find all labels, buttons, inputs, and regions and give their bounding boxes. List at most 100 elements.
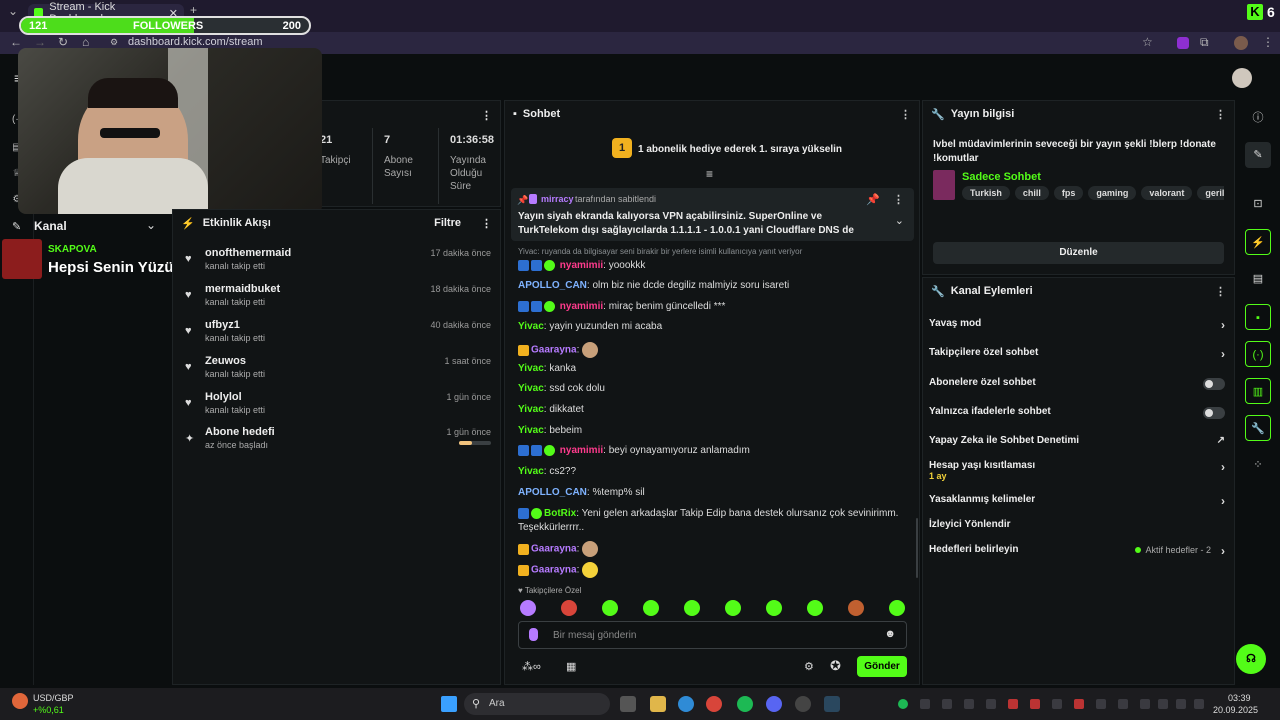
tray-app-icon[interactable] bbox=[1074, 699, 1084, 709]
stream-tag[interactable]: chill bbox=[1014, 186, 1049, 200]
chat-message[interactable]: nyamimii: miraç benim güncelledi *** bbox=[518, 301, 913, 312]
chat-username[interactable]: BotRix bbox=[544, 508, 576, 519]
back-icon[interactable]: ← bbox=[10, 35, 22, 49]
support-headset-icon[interactable]: ☊ bbox=[1236, 644, 1266, 674]
user-avatar[interactable] bbox=[1232, 68, 1252, 88]
channel-action-item[interactable]: Hedefleri belirleyin › Aktif hedefler - 2 bbox=[929, 544, 1225, 562]
bookmark-star-icon[interactable]: ☆ bbox=[1142, 35, 1153, 49]
kick-points-icon[interactable]: ⁂∞ bbox=[522, 660, 541, 673]
extension-icon[interactable] bbox=[1177, 37, 1189, 49]
taskbar-search[interactable]: ⚲ Ara bbox=[464, 693, 610, 715]
store-icon[interactable]: ▦ bbox=[566, 660, 576, 673]
edge-icon[interactable] bbox=[678, 696, 694, 712]
chat-message[interactable]: Yivac: cs2?? bbox=[518, 466, 913, 477]
profile-avatar[interactable] bbox=[1234, 36, 1248, 50]
channel-action-item[interactable]: Yapay Zeka ile Sohbet Denetimi ↗ bbox=[929, 435, 1225, 453]
chat-username[interactable]: Yivac bbox=[518, 404, 544, 415]
chrome-icon[interactable] bbox=[706, 696, 722, 712]
more-apps-icon[interactable]: ⁘ bbox=[1245, 452, 1271, 478]
send-button[interactable]: Gönder bbox=[857, 656, 907, 677]
notes-icon[interactable]: ▤ bbox=[1245, 266, 1271, 292]
activity-item[interactable]: ♥ onofthemermaid kanalı takip etti 17 dakik… bbox=[183, 247, 495, 281]
toggle-switch[interactable] bbox=[1203, 378, 1225, 390]
chat-username[interactable]: nyamimii bbox=[560, 260, 603, 271]
chat-message[interactable]: nyamimii: beyi oynayamıyoruz anlamadım bbox=[518, 445, 913, 456]
capture-icon[interactable]: ⊡ bbox=[1245, 191, 1271, 217]
chat-username[interactable]: Gaarayna bbox=[531, 565, 577, 576]
quick-emote-icon[interactable] bbox=[725, 600, 741, 616]
chat-message[interactable]: Yivac: ssd cok dolu bbox=[518, 383, 913, 394]
pinned-menu-icon[interactable]: ⋮ bbox=[893, 193, 904, 206]
stream-tag[interactable]: gerilim bbox=[1197, 186, 1224, 200]
stream-tag[interactable]: gaming bbox=[1088, 186, 1137, 200]
extensions-puzzle-icon[interactable]: ⧉ bbox=[1200, 35, 1209, 50]
channel-action-item[interactable]: Abonelere özel sohbet bbox=[929, 377, 1225, 395]
chat-username[interactable]: Yivac bbox=[518, 466, 544, 477]
info-icon[interactable]: ⓘ bbox=[1245, 105, 1271, 131]
quick-emote-icon[interactable] bbox=[807, 600, 823, 616]
chat-input[interactable]: Bir mesaj gönderin ☻ bbox=[518, 621, 907, 649]
channel-action-item[interactable]: Yalnızca ifadelerle sohbet bbox=[929, 406, 1225, 424]
stream-category[interactable]: Sadece Sohbet bbox=[962, 171, 1041, 183]
windows-start-icon[interactable] bbox=[441, 696, 457, 712]
chat-username[interactable]: Yivac bbox=[518, 383, 544, 394]
volume-icon[interactable] bbox=[1176, 699, 1186, 709]
chat-menu-icon[interactable]: ⋮ bbox=[900, 108, 911, 121]
chevron-down-icon[interactable]: ⌄ bbox=[895, 214, 904, 227]
chat-message[interactable]: nyamimii: yoookkk bbox=[518, 260, 913, 271]
channel-selector[interactable]: ✎ Kanal ⌄ bbox=[0, 214, 170, 238]
layout-icon[interactable]: ▥ bbox=[1245, 378, 1271, 404]
tray-app-icon[interactable] bbox=[1030, 699, 1040, 709]
home-icon[interactable]: ⌂ bbox=[82, 35, 89, 49]
broadcast-icon[interactable]: (·) bbox=[1245, 341, 1271, 367]
wifi-icon[interactable] bbox=[1194, 699, 1204, 709]
chat-username[interactable]: APOLLO_CAN bbox=[518, 280, 587, 291]
chat-username[interactable]: nyamimii bbox=[560, 445, 603, 456]
stream-info-menu-icon[interactable]: ⋮ bbox=[1215, 108, 1226, 121]
chat-message[interactable]: Gaarayna: bbox=[518, 541, 913, 557]
forward-icon[interactable]: → bbox=[34, 35, 46, 49]
stats-menu-icon[interactable]: ⋮ bbox=[481, 109, 492, 122]
quick-emote-icon[interactable] bbox=[643, 600, 659, 616]
activity-item[interactable]: ♥ Holylol kanalı takip etti 1 gün önce bbox=[183, 391, 495, 425]
stream-tag[interactable]: fps bbox=[1053, 186, 1084, 200]
quick-emote-icon[interactable] bbox=[766, 600, 782, 616]
pinned-message[interactable]: 📌 mirracy tarafından sabitlendi 📌 ⋮ Yayı… bbox=[511, 188, 914, 241]
chat-bubble-icon[interactable]: ▪ bbox=[1245, 304, 1271, 330]
activity-item[interactable]: ✦ Abone hedefi az önce başladı 1 gün önce bbox=[183, 426, 495, 460]
quick-emote-icon[interactable] bbox=[520, 600, 536, 616]
emoji-icon[interactable]: ☻ bbox=[884, 628, 896, 640]
discord-icon[interactable] bbox=[766, 696, 782, 712]
tray-app-icon[interactable] bbox=[1096, 699, 1106, 709]
chat-message[interactable]: Yivac: kanka bbox=[518, 363, 913, 374]
tray-network-icon[interactable] bbox=[1140, 699, 1150, 709]
settings-gear-icon[interactable]: ⚙ bbox=[804, 660, 814, 673]
channel-action-item[interactable]: İzleyici Yönlendir bbox=[929, 519, 1225, 537]
chat-username[interactable]: Gaarayna bbox=[531, 544, 577, 555]
tray-app-icon[interactable] bbox=[942, 699, 952, 709]
edit-stream-button[interactable]: Düzenle bbox=[933, 242, 1224, 264]
site-info-icon[interactable]: ⚙ bbox=[110, 37, 118, 48]
file-explorer-icon[interactable] bbox=[650, 696, 666, 712]
chat-username[interactable]: APOLLO_CAN bbox=[518, 487, 587, 498]
quick-emote-icon[interactable] bbox=[602, 600, 618, 616]
chat-message[interactable]: Gaarayna: bbox=[518, 342, 913, 358]
gift-banner[interactable]: 1 abonelik hediye ederek 1. sıraya yükse… bbox=[638, 144, 842, 155]
chat-username[interactable]: Yivac bbox=[518, 363, 544, 374]
tab-menu-icon[interactable]: ⌄ bbox=[8, 4, 18, 18]
new-tab-button[interactable]: + bbox=[190, 3, 197, 17]
browser-menu-icon[interactable]: ⋮ bbox=[1262, 35, 1274, 49]
chat-username[interactable]: Yivac bbox=[518, 321, 544, 332]
steam-icon[interactable] bbox=[824, 696, 840, 712]
activity-filter-button[interactable]: Filtre bbox=[434, 217, 461, 229]
channel-action-item[interactable]: Yavaş mod › bbox=[929, 318, 1225, 336]
obs-icon[interactable] bbox=[795, 696, 811, 712]
chat-message[interactable]: Yivac: bebeim bbox=[518, 425, 913, 436]
microphone-icon[interactable] bbox=[1158, 699, 1168, 709]
tray-app-icon[interactable] bbox=[1052, 699, 1062, 709]
lightning-icon[interactable]: ⚡ bbox=[1245, 229, 1271, 255]
stream-tag[interactable]: valorant bbox=[1141, 186, 1193, 200]
emote-picker-icon[interactable]: ✪ bbox=[830, 658, 841, 674]
tray-steam-icon[interactable] bbox=[1118, 699, 1128, 709]
channel-actions-menu-icon[interactable]: ⋮ bbox=[1215, 285, 1226, 298]
